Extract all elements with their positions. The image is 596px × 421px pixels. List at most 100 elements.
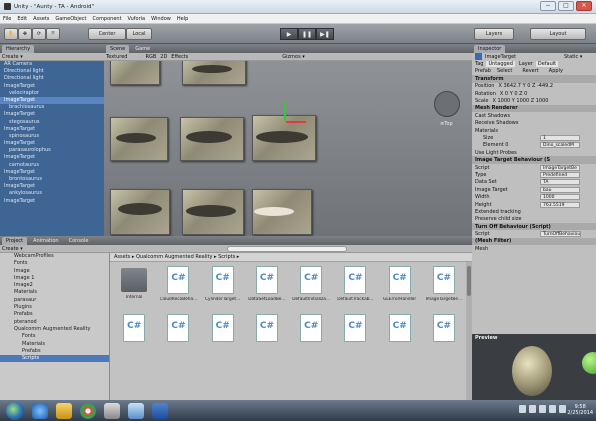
layers-dropdown[interactable]: Layers [474, 28, 514, 40]
tree-item[interactable]: pteranod [0, 319, 109, 326]
tree-item[interactable]: Fonts [0, 260, 109, 267]
asset-item[interactable]: C# DefaultInitializa... [291, 266, 331, 308]
menu-component[interactable]: Component [93, 16, 122, 22]
tab-hierarchy[interactable]: Hierarchy [2, 45, 35, 53]
space-toggle[interactable]: Local [126, 28, 152, 40]
transform-header[interactable]: Transform [472, 75, 596, 83]
script2-field[interactable]: TurnOffBehaviou [540, 231, 582, 238]
tray-icon[interactable] [529, 405, 536, 413]
hand-tool-button[interactable]: ✋ [4, 28, 18, 40]
clock[interactable]: 9:58 2/25/2014 [567, 404, 593, 416]
photo-viewer-icon[interactable] [128, 402, 144, 419]
asset-item[interactable]: C# CylinderTarget... [203, 266, 243, 308]
asset-item[interactable]: C# CloudRecoBeha... [158, 266, 198, 308]
rotate-tool-button[interactable]: ⟳ [32, 28, 46, 40]
materials-row[interactable]: Materials [472, 127, 596, 134]
static-toggle[interactable]: Static ▾ [564, 54, 582, 60]
tree-item[interactable]: Image 1 [0, 275, 109, 282]
type-dropdown[interactable]: Predefined [540, 171, 580, 178]
hierarchy-item[interactable]: stegosaurus [0, 119, 104, 126]
step-button[interactable]: ▶❚ [316, 28, 334, 40]
mesh-renderer-header[interactable]: Mesh Renderer [472, 104, 596, 113]
asset-item[interactable]: C# [158, 314, 198, 356]
tab-scene[interactable]: Scene [106, 45, 130, 53]
hierarchy-item[interactable]: carnotaurus [0, 162, 104, 169]
asset-item[interactable]: C# [380, 314, 420, 356]
close-button[interactable]: ✕ [576, 1, 592, 11]
width-field[interactable]: 1000 [540, 194, 580, 201]
preserve-child-row[interactable]: Preserve child size [472, 216, 596, 223]
render-mode-dropdown[interactable]: RGB [145, 54, 156, 60]
move-tool-button[interactable]: ✥ [18, 28, 32, 40]
asset-item[interactable]: C# DefaultTrackab... [335, 266, 375, 308]
preview-sphere[interactable] [512, 346, 552, 396]
menu-assets[interactable]: Assets [33, 16, 49, 22]
tag-dropdown[interactable]: Untagged [486, 61, 515, 68]
tab-animation[interactable]: Animation [29, 237, 63, 245]
hierarchy-item[interactable]: Directional light [0, 68, 104, 75]
asset-item[interactable]: C# ImageTargetBe... [424, 266, 464, 308]
hierarchy-create-button[interactable]: Create ▾ [2, 54, 23, 60]
layout-dropdown[interactable]: Layout [530, 28, 586, 40]
scale-field[interactable]: X 1000 Y 1000 Z 1000 [492, 98, 548, 104]
pause-button[interactable]: ❚❚ [298, 28, 316, 40]
shading-dropdown[interactable]: Textured [106, 54, 127, 60]
layer-dropdown[interactable]: Default [535, 61, 559, 68]
asset-item[interactable]: C# [114, 314, 154, 356]
position-field[interactable]: X 3642.7 Y 0 Z -449.2 [498, 83, 553, 89]
hierarchy-item[interactable]: ImageTarget [0, 126, 104, 133]
tree-item[interactable]: Materials [0, 289, 109, 296]
light-probes-row[interactable]: Use Light Probes [472, 149, 596, 156]
tree-item[interactable]: Fonts [0, 333, 109, 340]
y-axis-handle[interactable] [284, 101, 286, 121]
tree-item[interactable]: Materials [0, 341, 109, 348]
maximize-button[interactable]: □ [558, 1, 574, 11]
gizmos-dropdown[interactable]: Gizmos ▾ [282, 54, 305, 60]
tree-item[interactable]: Image2 [0, 282, 109, 289]
scrollbar-thumb[interactable] [467, 266, 471, 296]
tree-item[interactable]: Plugins [0, 304, 109, 311]
tab-game[interactable]: Game [131, 45, 154, 53]
scale-tool-button[interactable]: ⤧ [46, 28, 60, 40]
asset-item[interactable]: C# [203, 314, 243, 356]
hierarchy-item[interactable]: ImageTarget [0, 111, 104, 118]
asset-item[interactable]: C# DataSetLoadBe... [247, 266, 287, 308]
extended-tracking-row[interactable]: Extended tracking [472, 208, 596, 215]
project-create-button[interactable]: Create ▾ [2, 246, 23, 252]
chrome-icon[interactable] [80, 402, 96, 419]
x-axis-handle[interactable] [286, 121, 306, 123]
asset-item[interactable]: C# [335, 314, 375, 356]
hierarchy-item[interactable]: ImageTarget [0, 154, 104, 161]
hierarchy-item[interactable]: ImageTarget [0, 83, 104, 90]
asset-scrollbar[interactable] [466, 262, 472, 400]
tree-item[interactable]: Prefabs [0, 348, 109, 355]
menu-help[interactable]: Help [177, 16, 188, 22]
hierarchy-item[interactable]: ImageTarget [0, 140, 104, 147]
tree-item-selected[interactable]: Scripts [0, 355, 109, 363]
tab-console[interactable]: Console [65, 237, 93, 245]
effects-dropdown[interactable]: Effects [171, 54, 188, 60]
hierarchy-item[interactable]: velociraptor [0, 90, 104, 97]
hierarchy-item[interactable]: ImageTarget [0, 169, 104, 176]
menu-vuforia[interactable]: Vuforia [128, 16, 146, 22]
orientation-gizmo[interactable] [434, 91, 460, 117]
tree-item[interactable]: Prefabs [0, 311, 109, 318]
hierarchy-item[interactable]: brachiosaurus [0, 104, 104, 111]
prefab-apply-button[interactable]: Apply [549, 68, 563, 74]
word-icon[interactable] [152, 402, 168, 419]
explorer-icon[interactable] [56, 402, 72, 419]
rotation-field[interactable]: X 0 Y 0 Z 0 [500, 91, 527, 97]
tab-inspector[interactable]: Inspector [474, 45, 506, 53]
network-icon[interactable] [549, 405, 556, 413]
tray-icon[interactable] [519, 405, 526, 413]
minimize-button[interactable]: − [540, 1, 556, 11]
project-search-input[interactable] [226, 245, 347, 252]
cast-shadows-row[interactable]: Cast Shadows [472, 112, 596, 119]
start-button[interactable] [6, 401, 24, 420]
script-field[interactable]: ImageTargetBe [540, 164, 580, 171]
tree-item[interactable]: parasaur [0, 297, 109, 304]
size-field[interactable]: 1 [540, 134, 580, 141]
unity-taskbar-icon[interactable] [104, 402, 120, 419]
turn-off-behaviour-header[interactable]: Turn Off Behaviour (Script) [472, 222, 596, 231]
hierarchy-item[interactable]: spinosaurus [0, 133, 104, 140]
